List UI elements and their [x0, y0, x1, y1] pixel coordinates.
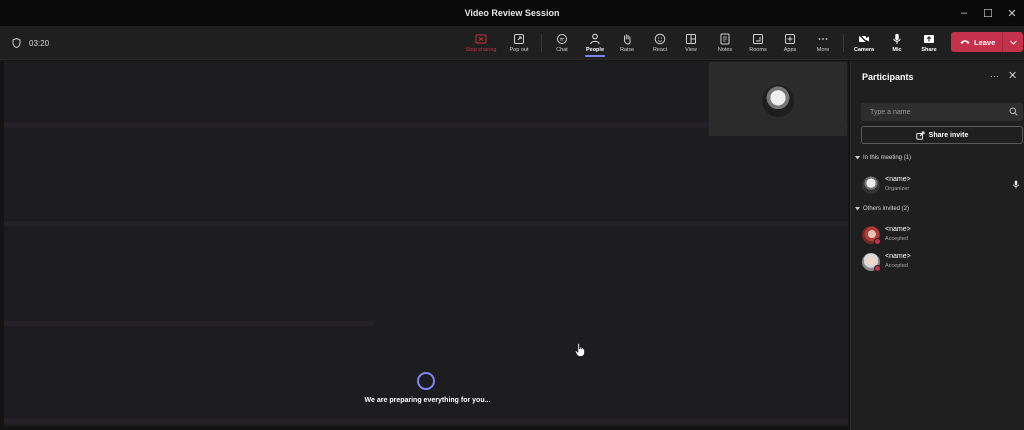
- caret-down-icon: [855, 156, 860, 160]
- more-button[interactable]: More: [808, 28, 838, 58]
- timer-text: 03:20: [29, 38, 50, 48]
- in-meeting-section-header[interactable]: In this meeting (1): [855, 155, 911, 161]
- layout-icon: [686, 34, 696, 44]
- search-icon: [1009, 107, 1018, 116]
- participant-row[interactable]: <name> Accepted: [862, 251, 1022, 273]
- camera-button[interactable]: Camera: [849, 28, 879, 58]
- shield-icon: [12, 38, 21, 48]
- title-bar: Video Review Session – ☐ ✕: [0, 0, 1024, 26]
- maximize-button[interactable]: ☐: [976, 0, 1000, 26]
- view-button[interactable]: View: [676, 28, 706, 58]
- status-badge: [874, 265, 881, 272]
- leave-button-group: Leave: [951, 32, 1023, 52]
- people-button[interactable]: People: [580, 28, 610, 58]
- participant-row[interactable]: <name> Accepted: [862, 224, 1022, 246]
- share-button[interactable]: Share: [914, 28, 944, 58]
- share-invite-icon: [916, 131, 925, 140]
- people-icon: [590, 33, 600, 45]
- others-invited-section-header[interactable]: Others invited (2): [855, 206, 909, 212]
- mic-button[interactable]: Mic: [882, 28, 912, 58]
- camera-off-icon: [858, 34, 869, 45]
- window-controls: – ☐ ✕: [952, 0, 1024, 26]
- rooms-icon: [753, 34, 763, 44]
- loading-status-text: We are preparing everything for you...: [364, 397, 491, 404]
- window-title: Video Review Session: [464, 8, 560, 18]
- emoji-icon: [654, 33, 666, 45]
- raise-hand-icon: [623, 34, 631, 45]
- loading-spinner-icon: [417, 372, 435, 390]
- apps-icon: [785, 34, 795, 44]
- hand-cursor-icon: [575, 343, 585, 357]
- chevron-down-icon: [1009, 40, 1017, 45]
- more-icon: [818, 38, 828, 40]
- avatar: [862, 176, 880, 194]
- notes-icon: [720, 33, 730, 45]
- rooms-button[interactable]: Rooms: [743, 28, 773, 58]
- notes-button[interactable]: Notes: [710, 28, 740, 58]
- toolbar-divider: [843, 34, 844, 52]
- close-icon[interactable]: ✕: [1008, 69, 1017, 82]
- mic-icon: [893, 33, 901, 44]
- minimize-button[interactable]: –: [952, 0, 976, 26]
- raise-hand-button[interactable]: Raise: [612, 28, 642, 58]
- apps-button[interactable]: Apps: [775, 28, 805, 58]
- more-options-icon[interactable]: ···: [990, 71, 999, 81]
- panel-title: Participants: [862, 72, 914, 82]
- react-button[interactable]: React: [645, 28, 675, 58]
- chat-icon: [557, 34, 567, 44]
- share-screen-icon: [924, 35, 934, 43]
- stage-stripe: [4, 221, 848, 226]
- chat-button[interactable]: Chat: [547, 28, 577, 58]
- participant-row[interactable]: <name> Organizer: [862, 174, 1022, 196]
- meeting-timer: 03:20: [12, 26, 49, 60]
- stop-sharing-button[interactable]: Stop sharing: [466, 28, 496, 58]
- mic-icon: [1013, 180, 1019, 189]
- pop-out-button[interactable]: Pop out: [504, 28, 534, 58]
- leave-button[interactable]: Leave: [951, 32, 1003, 52]
- stop-sharing-icon: [475, 34, 487, 44]
- close-window-button[interactable]: ✕: [1000, 0, 1024, 26]
- search-input[interactable]: [870, 108, 1000, 116]
- share-invite-button[interactable]: Share invite: [861, 126, 1023, 144]
- stage-stripe: [4, 419, 848, 424]
- hang-up-icon: [960, 40, 970, 44]
- pop-out-icon: [514, 34, 524, 44]
- caret-down-icon: [855, 207, 860, 211]
- toolbar-divider: [541, 34, 542, 52]
- stage-stripe: [4, 321, 374, 326]
- status-badge: [874, 238, 881, 245]
- participant-search[interactable]: [861, 103, 1023, 121]
- leave-options-button[interactable]: [1003, 32, 1023, 52]
- participants-panel: Participants ··· ✕ Share invite In this …: [850, 61, 1024, 430]
- self-avatar: [762, 85, 794, 117]
- meeting-toolbar: 03:20 Stop sharing Pop out Chat People R…: [0, 26, 1024, 60]
